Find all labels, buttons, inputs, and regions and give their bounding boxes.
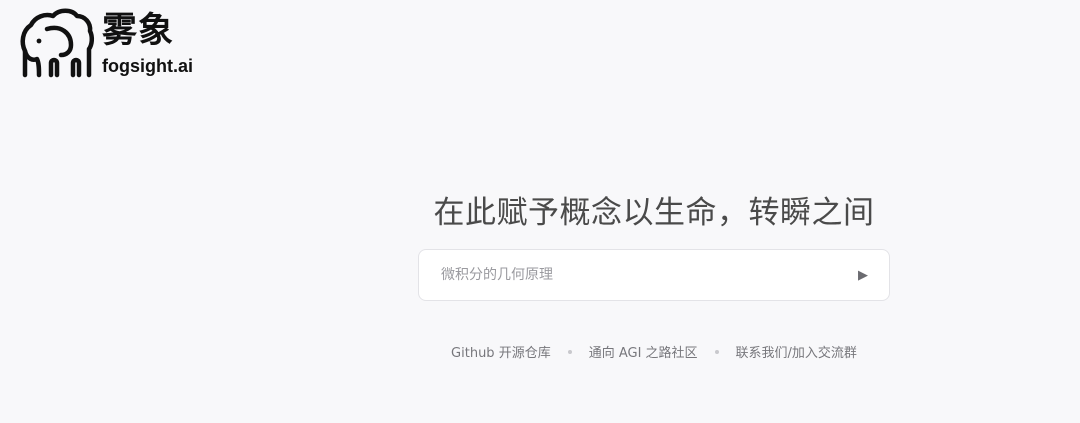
brand-name-en: fogsight.ai: [102, 55, 193, 76]
separator-dot: [714, 349, 719, 354]
hero-section: 在此赋予概念以生命，转瞬之间 ▶: [418, 190, 890, 301]
elephant-cloud-icon: [20, 8, 95, 78]
prompt-box: ▶: [418, 249, 890, 301]
separator-dot: [567, 349, 572, 354]
prompt-input[interactable]: [441, 267, 853, 283]
brand-text: 雾象 fogsight.ai: [102, 12, 193, 77]
footer-links: Github 开源仓库 通向 AGI 之路社区 联系我们/加入交流群: [418, 342, 890, 361]
play-triangle-icon: ▶: [858, 267, 868, 283]
brand-name-cn: 雾象: [102, 10, 175, 51]
agi-community-link[interactable]: 通向 AGI 之路社区: [589, 342, 698, 361]
brand-logo[interactable]: 雾象 fogsight.ai: [17, 7, 193, 81]
send-button[interactable]: ▶: [853, 265, 873, 285]
hero-slogan: 在此赋予概念以生命，转瞬之间: [433, 195, 875, 231]
github-repo-link[interactable]: Github 开源仓库: [451, 342, 551, 361]
contact-us-link[interactable]: 联系我们/加入交流群: [736, 342, 857, 361]
